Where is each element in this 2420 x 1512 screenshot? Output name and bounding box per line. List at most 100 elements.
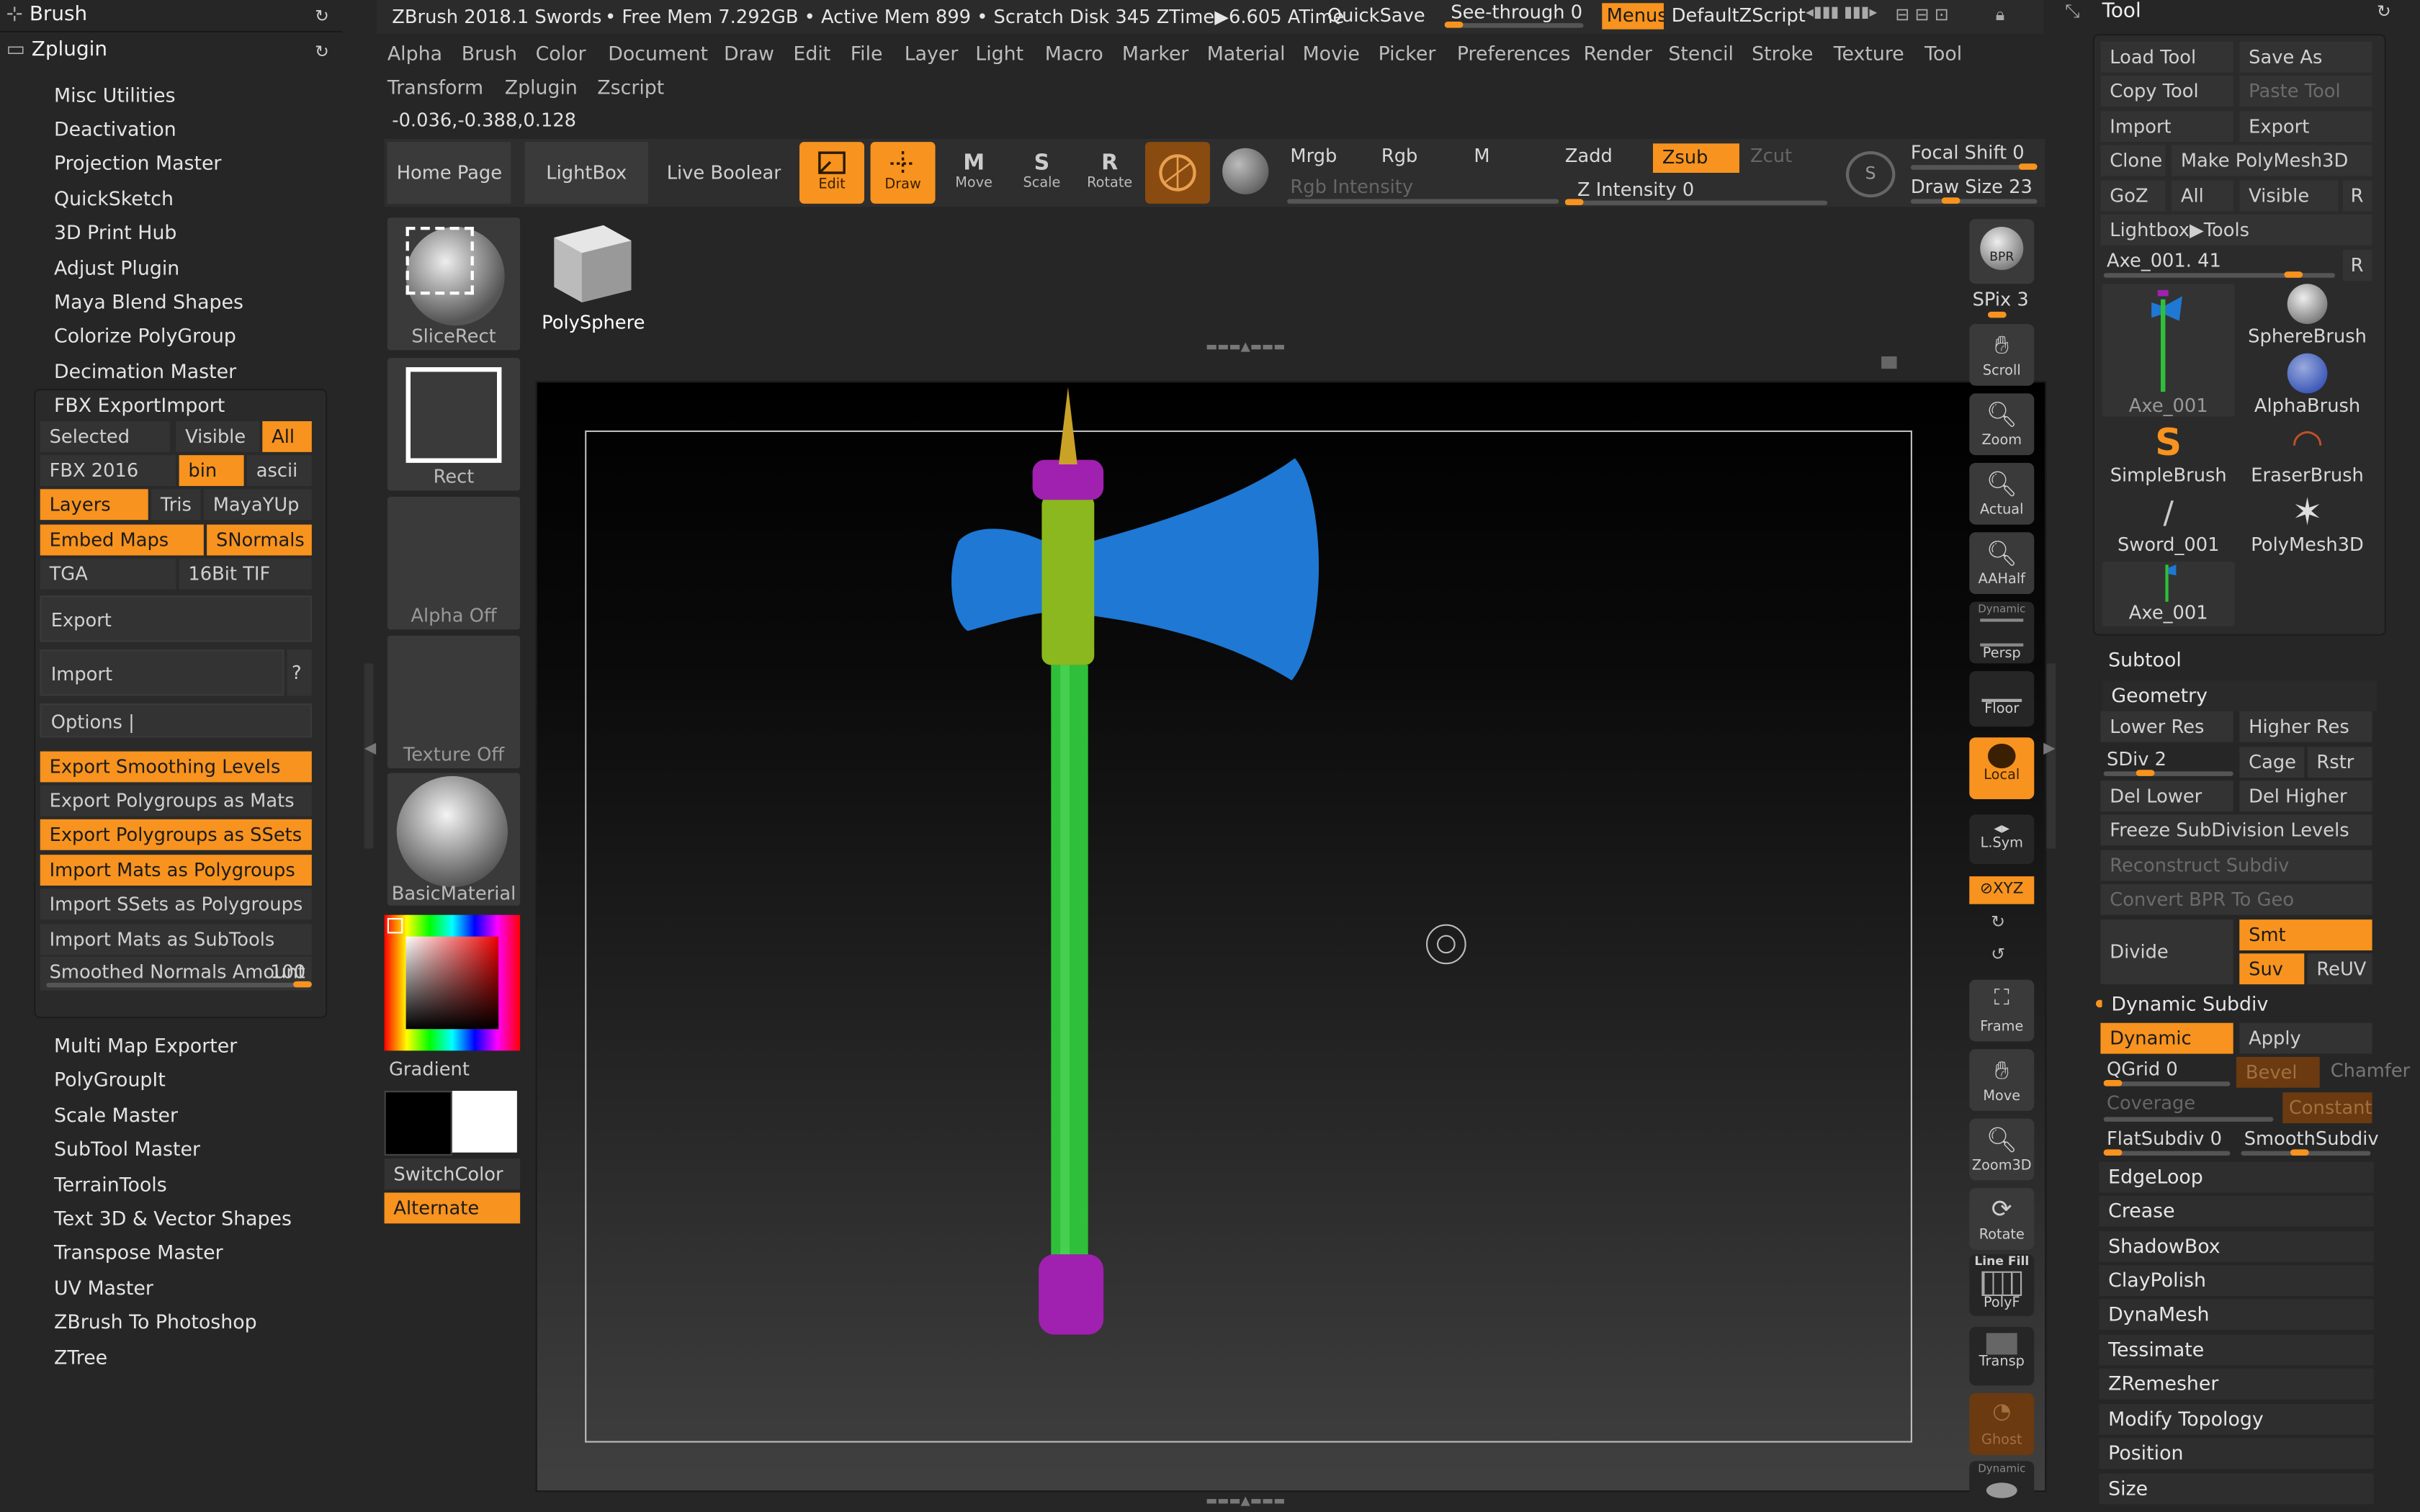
home-page-button[interactable]: Home Page — [387, 142, 511, 204]
rotate-z-icon[interactable]: ↺ — [1991, 944, 2005, 964]
bpr-button[interactable]: BPR — [1969, 219, 2035, 284]
menu-file[interactable]: File — [851, 42, 883, 65]
solo-button[interactable]: Dynamic — [1969, 1461, 2035, 1511]
texture-off-thumb[interactable]: Texture Off — [387, 635, 521, 769]
menu-preferences[interactable]: Preferences — [1457, 42, 1571, 65]
copy-tool-button[interactable]: Copy Tool — [2100, 76, 2233, 107]
edgeloop-section[interactable]: EdgeLoop — [2099, 1161, 2374, 1193]
tool-sword[interactable]: / Sword_001 — [2102, 492, 2235, 560]
tool-spherebrush[interactable]: SphereBrush — [2241, 284, 2373, 351]
tool-panel-title[interactable]: Tool — [2102, 0, 2141, 23]
zplugin-refresh-icon[interactable]: ↻ — [315, 42, 329, 62]
scale-mode-button[interactable]: S Scale — [1009, 142, 1074, 204]
frame-button[interactable]: ⛶ Frame — [1969, 979, 2035, 1042]
material-sphere-icon[interactable] — [1222, 148, 1269, 194]
canvas-resize-handle[interactable] — [1881, 356, 1897, 369]
draw-size-knob[interactable] — [1941, 197, 1960, 204]
fbx-export-button[interactable]: Export — [40, 595, 312, 642]
see-through-knob[interactable] — [1444, 22, 1464, 28]
mrgb-button[interactable]: Mrgb — [1290, 145, 1337, 166]
focal-shift-slider[interactable]: Focal Shift 0 — [1911, 142, 2025, 163]
zoom-button[interactable]: 🔍︎ Zoom — [1969, 393, 2035, 456]
local-button[interactable]: Local — [1969, 737, 2035, 799]
tool-panel-refresh-icon[interactable]: ↻ — [2377, 1, 2391, 22]
polysphere-tool-thumb[interactable]: PolySphere — [542, 213, 645, 336]
lock-icon[interactable]: 🔒︎ — [1996, 4, 2005, 26]
see-through-slider[interactable]: See-through 0 — [1451, 1, 1582, 23]
rgb-button[interactable]: Rgb — [1381, 145, 1418, 166]
fbx-bin-button[interactable]: bin — [179, 455, 244, 486]
save-as-button[interactable]: Save As — [2239, 41, 2372, 73]
alternate-button[interactable]: Alternate — [384, 1192, 521, 1224]
fbx-import-button[interactable]: Import — [40, 649, 284, 696]
make-polymesh3d-button[interactable]: Make PolyMesh3D — [2172, 145, 2372, 176]
menu-marker[interactable]: Marker — [1122, 42, 1189, 65]
material-thumb[interactable]: BasicMaterial — [387, 773, 521, 906]
fbx-import-mats-as-polygroups[interactable]: Import Mats as Polygroups — [40, 855, 312, 886]
axe-model[interactable] — [537, 382, 2045, 1490]
menu-texture[interactable]: Texture — [1834, 42, 1904, 65]
dynamic-subdiv-section[interactable]: Dynamic Subdiv — [2102, 989, 2377, 1020]
draw-mode-button[interactable]: Draw — [870, 142, 936, 204]
main-color-swatch[interactable] — [384, 1091, 452, 1156]
spix-knob[interactable] — [1988, 311, 2007, 318]
crease-section[interactable]: Crease — [2099, 1195, 2374, 1227]
reconstruct-subdiv-button[interactable]: Reconstruct Subdiv — [2100, 850, 2372, 881]
polyf-button[interactable]: Line Fill PolyF — [1969, 1254, 2035, 1316]
menu-material[interactable]: Material — [1207, 42, 1286, 65]
plugin-adjust[interactable]: Adjust Plugin — [54, 256, 179, 279]
tool-simplebrush[interactable]: S SimpleBrush — [2102, 423, 2235, 490]
stroke-rect-thumb[interactable]: Rect — [387, 358, 521, 491]
fbx-selected-button[interactable]: Selected — [40, 421, 170, 452]
flatsubdiv-slider[interactable]: FlatSubdiv 0 — [2107, 1128, 2222, 1149]
higher-res-button[interactable]: Higher Res — [2239, 711, 2372, 742]
plugin-terraintools[interactable]: TerrainTools — [54, 1173, 167, 1196]
del-lower-button[interactable]: Del Lower — [2100, 780, 2233, 812]
brush-palette-header[interactable]: ⊹ Brush — [6, 3, 88, 26]
position-section[interactable]: Position — [2099, 1438, 2374, 1469]
fbx-export-polygroups-as-mats[interactable]: Export Polygroups as Mats — [40, 785, 312, 816]
load-tool-button[interactable]: Load Tool — [2100, 41, 2233, 73]
rotate-y-icon[interactable]: ↻ — [1991, 912, 2005, 932]
goz-button[interactable]: GoZ — [2100, 180, 2166, 212]
constant-button[interactable]: Constant — [2282, 1092, 2372, 1123]
tool-axe-current[interactable]: Axe_001 — [2102, 284, 2235, 417]
divide-button[interactable]: Divide — [2100, 919, 2233, 985]
fbx-mayayup-button[interactable]: MayaYUp — [203, 489, 312, 521]
coverage-slider[interactable]: Coverage — [2107, 1092, 2195, 1114]
transp-button[interactable]: Transp — [1969, 1326, 2035, 1386]
secondary-color-swatch[interactable] — [452, 1091, 517, 1153]
layout-arrows-icon[interactable]: ◂▮▮▮ ▮▮▮▸ — [1806, 4, 1886, 26]
menu-macro[interactable]: Macro — [1045, 42, 1103, 65]
menu-alpha[interactable]: Alpha — [387, 42, 442, 65]
plugin-uv-master[interactable]: UV Master — [54, 1276, 153, 1299]
convert-bpr-button[interactable]: Convert BPR To Geo — [2100, 883, 2372, 915]
smoothed-normals-knob[interactable] — [293, 981, 312, 988]
m-button[interactable]: M — [1474, 145, 1489, 166]
sdiv-slider[interactable]: SDiv 2 — [2107, 748, 2166, 770]
paste-tool-button[interactable]: Paste Tool — [2239, 76, 2372, 107]
subtool-section[interactable]: Subtool — [2099, 644, 2374, 676]
geometry-section[interactable]: Geometry — [2102, 680, 2377, 711]
aahalf-button[interactable]: 🔍︎ AAHalf — [1969, 532, 2035, 594]
bevel-button[interactable]: Bevel — [2236, 1056, 2320, 1088]
axe-tool-slider-knob[interactable] — [2284, 271, 2303, 278]
zsub-button[interactable]: Zsub — [1653, 143, 1739, 173]
fbx-title[interactable]: FBX ExportImport — [54, 393, 225, 416]
fbx-version-select[interactable]: FBX 2016 — [40, 455, 176, 486]
clone-button[interactable]: Clone — [2100, 145, 2166, 176]
ghost-button[interactable]: ◔ Ghost — [1969, 1392, 2035, 1455]
spix-slider[interactable]: SPix 3 — [1973, 289, 2029, 310]
brush-refresh-icon[interactable]: ↻ — [315, 6, 329, 27]
xyz-button[interactable]: ⊘XYZ — [1969, 876, 2035, 904]
tessimate-section[interactable]: Tessimate — [2099, 1334, 2374, 1366]
suv-button[interactable]: Suv — [2239, 953, 2305, 985]
plugin-maya-blend-shapes[interactable]: Maya Blend Shapes — [54, 290, 243, 313]
live-boolean-button[interactable]: Live Boolean — [657, 142, 781, 204]
layout-presets-icon[interactable]: ⊟ ⊟ ⊡ — [1895, 4, 1975, 26]
default-zscript-button[interactable]: DefaultZScript — [1672, 4, 1806, 26]
zoom3d-button[interactable]: 🔍︎ Zoom3D — [1969, 1118, 2035, 1181]
shadowbox-section[interactable]: ShadowBox — [2099, 1231, 2374, 1262]
qgrid-knob[interactable] — [2103, 1080, 2123, 1086]
plugin-subtool-master[interactable]: SubTool Master — [54, 1137, 200, 1160]
